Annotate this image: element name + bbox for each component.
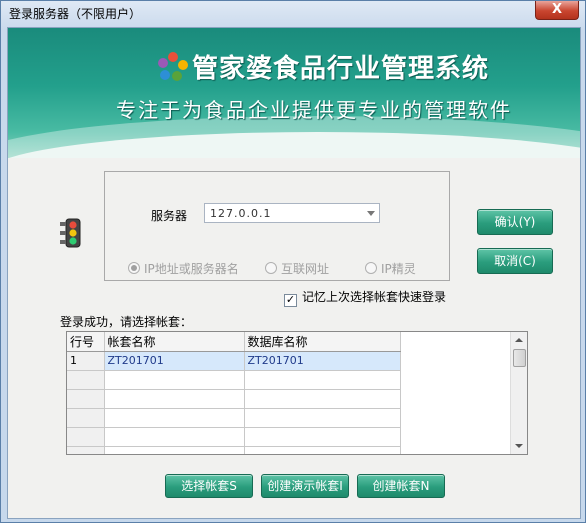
accounts-table-body: 行号 帐套名称 数据库名称 1 ZT201701 ZT201701 xyxy=(67,332,401,454)
server-value: 127.0.0.1 xyxy=(210,207,272,220)
table-row[interactable] xyxy=(67,370,401,390)
accounts-table[interactable]: 行号 帐套名称 数据库名称 1 ZT201701 ZT201701 xyxy=(66,331,528,455)
product-slogan: 专注于为食品企业提供更专业的管理软件 xyxy=(116,98,512,122)
select-account-button[interactable]: 选择帐套S xyxy=(165,474,253,498)
create-demo-account-button[interactable]: 创建演示帐套I xyxy=(261,474,349,498)
scroll-down-icon[interactable] xyxy=(515,444,523,448)
account-name-cell[interactable] xyxy=(104,427,245,447)
row-number-cell xyxy=(67,446,105,454)
login-dialog: 登录服务器（不限用户） X 管家婆食品行业管理系统 专注于为食品企业提供更专业的… xyxy=(0,0,586,523)
create-account-button[interactable]: 创建帐套N xyxy=(357,474,445,498)
table-row[interactable] xyxy=(67,389,401,409)
confirm-button[interactable]: 确认(Y) xyxy=(477,209,553,235)
status-message: 登录成功，请选择帐套： xyxy=(60,315,193,329)
client-area: 管家婆食品行业管理系统 专注于为食品企业提供更专业的管理软件 服务器 127.0… xyxy=(7,27,581,519)
account-name-cell[interactable] xyxy=(104,389,245,409)
radio-label: 互联网址 xyxy=(281,262,330,276)
column-header-database-name[interactable]: 数据库名称 xyxy=(244,332,401,352)
product-banner: 管家婆食品行业管理系统 专注于为食品企业提供更专业的管理软件 xyxy=(8,28,580,158)
radio-ip-wizard[interactable]: IP精灵 xyxy=(365,260,416,277)
table-row[interactable] xyxy=(67,446,401,454)
radio-label: IP地址或服务器名 xyxy=(144,262,239,276)
row-number-cell xyxy=(67,408,105,428)
window-title: 登录服务器（不限用户） xyxy=(9,7,142,21)
database-name-cell[interactable] xyxy=(244,370,401,390)
cancel-button[interactable]: 取消(C) xyxy=(477,248,553,274)
row-number-cell: 1 xyxy=(67,351,105,371)
table-row[interactable] xyxy=(67,427,401,447)
vertical-scrollbar[interactable] xyxy=(510,332,527,454)
radio-dot-icon xyxy=(365,262,377,274)
account-name-cell[interactable] xyxy=(104,446,245,454)
radio-dot-icon xyxy=(265,262,277,274)
product-title: 管家婆食品行业管理系统 xyxy=(192,54,490,84)
server-combo[interactable]: 127.0.0.1 xyxy=(204,203,380,223)
radio-internet-address[interactable]: 互联网址 xyxy=(265,260,329,277)
radio-dot-icon xyxy=(128,262,140,274)
checkmark-icon[interactable]: ✓ xyxy=(284,294,297,307)
row-number-cell xyxy=(67,427,105,447)
database-name-cell[interactable] xyxy=(244,427,401,447)
database-name-cell[interactable] xyxy=(244,408,401,428)
scroll-thumb[interactable] xyxy=(513,349,526,367)
close-button[interactable]: X xyxy=(535,1,579,20)
column-header-row-number[interactable]: 行号 xyxy=(67,332,105,352)
database-name-cell[interactable] xyxy=(244,389,401,409)
traffic-light-icon xyxy=(60,218,81,248)
account-name-cell[interactable]: ZT201701 xyxy=(104,351,245,371)
radio-label: IP精灵 xyxy=(381,262,416,276)
row-number-cell xyxy=(67,389,105,409)
title-bar: 登录服务器（不限用户） X xyxy=(1,1,585,25)
account-name-cell[interactable] xyxy=(104,370,245,390)
account-name-cell[interactable] xyxy=(104,408,245,428)
database-name-cell[interactable]: ZT201701 xyxy=(244,351,401,371)
scroll-up-icon[interactable] xyxy=(515,338,523,342)
chevron-down-icon[interactable] xyxy=(367,211,375,216)
remember-label: 记忆上次选择帐套快速登录 xyxy=(302,290,447,304)
radio-ip-address[interactable]: IP地址或服务器名 xyxy=(128,260,239,277)
server-label: 服务器 xyxy=(151,209,188,223)
table-row[interactable]: 1 ZT201701 ZT201701 xyxy=(67,351,401,371)
table-header-row: 行号 帐套名称 数据库名称 xyxy=(67,332,401,352)
database-name-cell[interactable] xyxy=(244,446,401,454)
row-number-cell xyxy=(67,370,105,390)
column-header-account-name[interactable]: 帐套名称 xyxy=(104,332,245,352)
table-row[interactable] xyxy=(67,408,401,428)
logo-icon xyxy=(158,52,188,82)
remember-checkbox[interactable]: ✓ 记忆上次选择帐套快速登录 xyxy=(284,288,446,307)
